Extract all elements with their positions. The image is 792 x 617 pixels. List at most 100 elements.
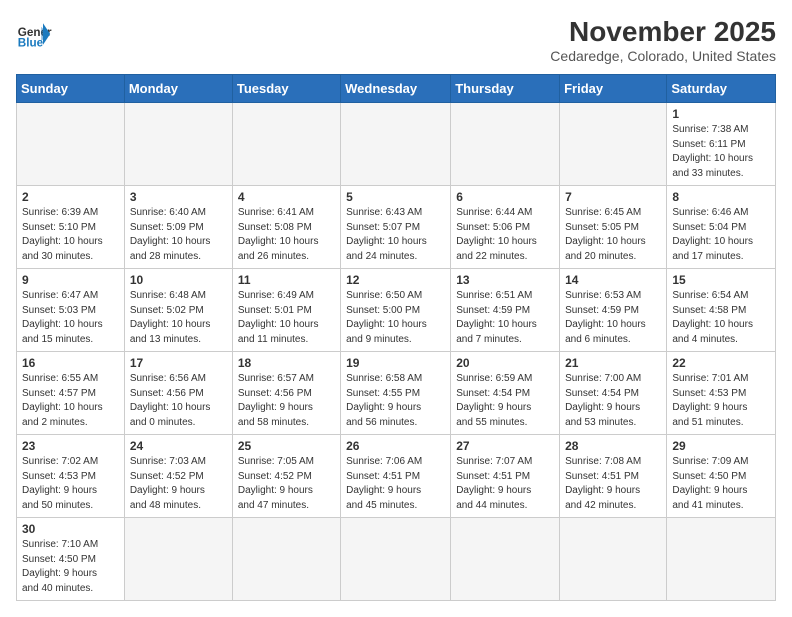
day-number: 1: [672, 107, 770, 121]
day-info: Sunrise: 6:47 AM Sunset: 5:03 PM Dayligh…: [22, 289, 119, 347]
calendar-table: SundayMondayTuesdayWednesdayThursdayFrid…: [16, 74, 776, 601]
calendar-cell: 15Sunrise: 6:54 AM Sunset: 4:58 PM Dayli…: [667, 269, 776, 352]
calendar-cell: [451, 518, 560, 601]
day-of-week-header: Tuesday: [232, 75, 340, 103]
day-of-week-header: Friday: [560, 75, 667, 103]
calendar-header-row: SundayMondayTuesdayWednesdayThursdayFrid…: [17, 75, 776, 103]
calendar-cell: 30 Sunrise: 7:10 AM Sunset: 4:50 PM Dayli…: [17, 518, 125, 601]
day-info: Sunrise: 7:38 AM Sunset: 6:11 PM Dayligh…: [672, 123, 770, 181]
day-info: Sunrise: 6:45 AM Sunset: 5:05 PM Dayligh…: [565, 206, 661, 264]
day-number: 4: [238, 190, 335, 204]
day-info: Sunrise: 7:06 AM Sunset: 4:51 PM Dayligh…: [346, 455, 445, 513]
day-info: Sunrise: 7:05 AM Sunset: 4:52 PM Dayligh…: [238, 455, 335, 513]
day-number: 25: [238, 439, 335, 453]
calendar-cell: [341, 103, 451, 186]
calendar-cell: 19Sunrise: 6:58 AM Sunset: 4:55 PM Dayli…: [341, 352, 451, 435]
day-number: 23: [22, 439, 119, 453]
logo: General Blue: [16, 16, 52, 52]
title-block: November 2025 Cedaredge, Colorado, Unite…: [550, 16, 776, 64]
day-of-week-header: Wednesday: [341, 75, 451, 103]
calendar-cell: 22Sunrise: 7:01 AM Sunset: 4:53 PM Dayli…: [667, 352, 776, 435]
calendar-cell: 21 Sunrise: 7:00 AM Sunset: 4:54 PM Dayli…: [560, 352, 667, 435]
day-number: 21: [565, 356, 661, 370]
calendar-cell: 26 Sunrise: 7:06 AM Sunset: 4:51 PM Dayli…: [341, 435, 451, 518]
calendar-cell: [17, 103, 125, 186]
day-info: Sunrise: 6:50 AM Sunset: 5:00 PM Dayligh…: [346, 289, 445, 347]
day-info: Sunrise: 6:49 AM Sunset: 5:01 PM Dayligh…: [238, 289, 335, 347]
day-info: Sunrise: 6:55 AM Sunset: 4:57 PM Dayligh…: [22, 372, 119, 430]
day-number: 6: [456, 190, 554, 204]
calendar-cell: 7Sunrise: 6:45 AM Sunset: 5:05 PM Daylig…: [560, 186, 667, 269]
day-number: 30: [22, 522, 119, 536]
day-number: 28: [565, 439, 661, 453]
day-info: Sunrise: 7:07 AM Sunset: 4:51 PM Dayligh…: [456, 455, 554, 513]
calendar-cell: 5 Sunrise: 6:43 AM Sunset: 5:07 PM Daylig…: [341, 186, 451, 269]
calendar-cell: 24 Sunrise: 7:03 AM Sunset: 4:52 PM Dayli…: [124, 435, 232, 518]
calendar-cell: [560, 518, 667, 601]
day-info: Sunrise: 7:10 AM Sunset: 4:50 PM Dayligh…: [22, 538, 119, 596]
day-of-week-header: Saturday: [667, 75, 776, 103]
calendar-cell: 8 Sunrise: 6:46 AM Sunset: 5:04 PM Daylig…: [667, 186, 776, 269]
day-info: Sunrise: 6:41 AM Sunset: 5:08 PM Dayligh…: [238, 206, 335, 264]
calendar-cell: [124, 518, 232, 601]
day-info: Sunrise: 7:03 AM Sunset: 4:52 PM Dayligh…: [130, 455, 227, 513]
calendar-week-row: 1 Sunrise: 7:38 AM Sunset: 6:11 PM Daylig…: [17, 103, 776, 186]
calendar-cell: 1 Sunrise: 7:38 AM Sunset: 6:11 PM Daylig…: [667, 103, 776, 186]
day-number: 27: [456, 439, 554, 453]
day-number: 10: [130, 273, 227, 287]
day-number: 3: [130, 190, 227, 204]
calendar-cell: 16 Sunrise: 6:55 AM Sunset: 4:57 PM Dayli…: [17, 352, 125, 435]
day-info: Sunrise: 6:43 AM Sunset: 5:07 PM Dayligh…: [346, 206, 445, 264]
day-info: Sunrise: 6:48 AM Sunset: 5:02 PM Dayligh…: [130, 289, 227, 347]
calendar-cell: 25 Sunrise: 7:05 AM Sunset: 4:52 PM Dayli…: [232, 435, 340, 518]
day-info: Sunrise: 6:46 AM Sunset: 5:04 PM Dayligh…: [672, 206, 770, 264]
day-info: Sunrise: 6:56 AM Sunset: 4:56 PM Dayligh…: [130, 372, 227, 430]
calendar-cell: [560, 103, 667, 186]
calendar-week-row: 2Sunrise: 6:39 AM Sunset: 5:10 PM Daylig…: [17, 186, 776, 269]
day-info: Sunrise: 7:00 AM Sunset: 4:54 PM Dayligh…: [565, 372, 661, 430]
day-info: Sunrise: 7:01 AM Sunset: 4:53 PM Dayligh…: [672, 372, 770, 430]
calendar-cell: 4 Sunrise: 6:41 AM Sunset: 5:08 PM Daylig…: [232, 186, 340, 269]
day-info: Sunrise: 7:08 AM Sunset: 4:51 PM Dayligh…: [565, 455, 661, 513]
day-info: Sunrise: 6:44 AM Sunset: 5:06 PM Dayligh…: [456, 206, 554, 264]
day-number: 8: [672, 190, 770, 204]
calendar-cell: [341, 518, 451, 601]
day-number: 26: [346, 439, 445, 453]
calendar-cell: 2Sunrise: 6:39 AM Sunset: 5:10 PM Daylig…: [17, 186, 125, 269]
day-info: Sunrise: 6:51 AM Sunset: 4:59 PM Dayligh…: [456, 289, 554, 347]
calendar-cell: 11 Sunrise: 6:49 AM Sunset: 5:01 PM Dayli…: [232, 269, 340, 352]
day-number: 11: [238, 273, 335, 287]
day-info: Sunrise: 6:58 AM Sunset: 4:55 PM Dayligh…: [346, 372, 445, 430]
day-number: 16: [22, 356, 119, 370]
day-number: 17: [130, 356, 227, 370]
calendar-cell: 20Sunrise: 6:59 AM Sunset: 4:54 PM Dayli…: [451, 352, 560, 435]
day-info: Sunrise: 6:40 AM Sunset: 5:09 PM Dayligh…: [130, 206, 227, 264]
day-number: 2: [22, 190, 119, 204]
calendar-week-row: 16 Sunrise: 6:55 AM Sunset: 4:57 PM Dayli…: [17, 352, 776, 435]
calendar-cell: 14Sunrise: 6:53 AM Sunset: 4:59 PM Dayli…: [560, 269, 667, 352]
svg-text:Blue: Blue: [18, 37, 44, 50]
day-info: Sunrise: 7:02 AM Sunset: 4:53 PM Dayligh…: [22, 455, 119, 513]
calendar-cell: 9Sunrise: 6:47 AM Sunset: 5:03 PM Daylig…: [17, 269, 125, 352]
day-number: 20: [456, 356, 554, 370]
day-number: 13: [456, 273, 554, 287]
calendar-cell: 29Sunrise: 7:09 AM Sunset: 4:50 PM Dayli…: [667, 435, 776, 518]
calendar-cell: 10 Sunrise: 6:48 AM Sunset: 5:02 PM Dayli…: [124, 269, 232, 352]
calendar-week-row: 9Sunrise: 6:47 AM Sunset: 5:03 PM Daylig…: [17, 269, 776, 352]
page-title: November 2025: [550, 16, 776, 48]
calendar-cell: 23 Sunrise: 7:02 AM Sunset: 4:53 PM Dayli…: [17, 435, 125, 518]
calendar-cell: 6 Sunrise: 6:44 AM Sunset: 5:06 PM Daylig…: [451, 186, 560, 269]
calendar-cell: 3 Sunrise: 6:40 AM Sunset: 5:09 PM Daylig…: [124, 186, 232, 269]
day-number: 24: [130, 439, 227, 453]
day-of-week-header: Sunday: [17, 75, 125, 103]
calendar-cell: 28 Sunrise: 7:08 AM Sunset: 4:51 PM Dayli…: [560, 435, 667, 518]
calendar-cell: 13 Sunrise: 6:51 AM Sunset: 4:59 PM Dayli…: [451, 269, 560, 352]
calendar-cell: [667, 518, 776, 601]
calendar-cell: 27 Sunrise: 7:07 AM Sunset: 4:51 PM Dayli…: [451, 435, 560, 518]
day-info: Sunrise: 6:57 AM Sunset: 4:56 PM Dayligh…: [238, 372, 335, 430]
calendar-week-row: 30 Sunrise: 7:10 AM Sunset: 4:50 PM Dayli…: [17, 518, 776, 601]
day-number: 5: [346, 190, 445, 204]
page-header: General Blue November 2025 Cedaredge, Co…: [16, 16, 776, 64]
calendar-cell: [232, 103, 340, 186]
day-info: Sunrise: 6:53 AM Sunset: 4:59 PM Dayligh…: [565, 289, 661, 347]
